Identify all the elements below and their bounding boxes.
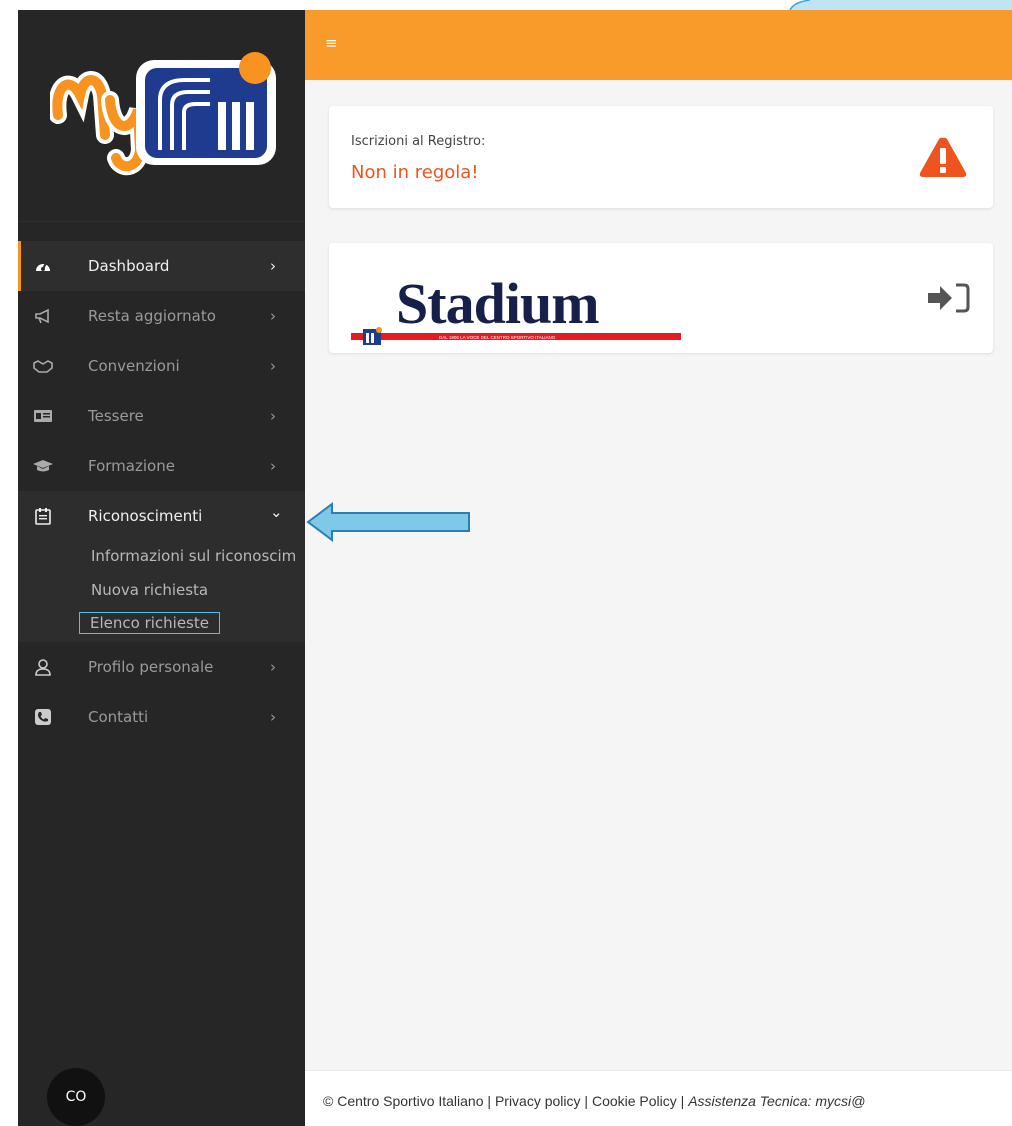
chevron-down-icon: ⌄	[270, 503, 283, 521]
app-root: Dashboard › Resta aggiornato › Convenzio…	[0, 0, 1012, 1126]
sidebar-item-profilo-personale[interactable]: Profilo personale ›	[18, 642, 305, 692]
sidebar-item-contatti[interactable]: Contatti ›	[18, 692, 305, 742]
user-icon	[29, 653, 57, 681]
gauge-icon	[29, 252, 57, 280]
registry-label: Iscrizioni al Registro:	[351, 134, 486, 149]
hamburger-menu-icon[interactable]: ≡	[325, 36, 338, 51]
footer: © Centro Sportivo Italiano | Privacy pol…	[305, 1070, 1012, 1126]
sidebar-item-label: Resta aggiornato	[88, 307, 216, 325]
warning-icon	[919, 137, 967, 177]
sidebar-item-label: Profilo personale	[88, 658, 214, 676]
footer-text: © Centro Sportivo Italiano | Privacy pol…	[323, 1093, 865, 1109]
decorative-arc	[789, 0, 1012, 10]
chevron-right-icon: ›	[270, 357, 276, 375]
submenu-item-nuova-richiesta[interactable]: Nuova richiesta	[91, 581, 208, 599]
sidebar-item-dashboard[interactable]: Dashboard ›	[18, 241, 305, 291]
handshake-icon	[29, 352, 57, 380]
sidebar-item-riconoscimenti[interactable]: Riconoscimenti ⌄	[18, 491, 305, 541]
stadium-logo: Stadium DAL 1906 LA VOCE DEL CENTRO SPOR…	[351, 271, 681, 345]
sign-in-icon[interactable]	[926, 281, 972, 315]
footer-separator: |	[580, 1093, 592, 1109]
footer-separator: |	[676, 1093, 689, 1109]
sidebar-item-label: Convenzioni	[88, 357, 180, 375]
sidebar-item-label: Dashboard	[88, 257, 170, 275]
sidebar: Dashboard › Resta aggiornato › Convenzio…	[18, 10, 305, 1126]
id-card-icon	[29, 402, 57, 430]
floating-action-button[interactable]: CO	[47, 1068, 105, 1126]
megaphone-icon	[29, 302, 57, 330]
sidebar-item-resta-aggiornato[interactable]: Resta aggiornato ›	[18, 291, 305, 341]
chevron-right-icon: ›	[270, 658, 276, 676]
assistenza-email-link[interactable]: mycsi@	[815, 1093, 865, 1109]
submenu-item-elenco-richieste[interactable]: Elenco richieste	[79, 612, 220, 634]
registry-status: Non in regola!	[351, 162, 479, 183]
stadium-brand: Stadium	[396, 271, 599, 336]
chevron-right-icon: ›	[270, 457, 276, 475]
sidebar-item-label: Riconoscimenti	[88, 507, 203, 525]
sidebar-item-formazione[interactable]: Formazione ›	[18, 441, 305, 491]
registry-status-card: Iscrizioni al Registro: Non in regola!	[329, 106, 993, 208]
sidebar-menu: Dashboard › Resta aggiornato › Convenzio…	[18, 241, 305, 742]
sidebar-item-label: Formazione	[88, 457, 175, 475]
stadium-tagline: DAL 1906 LA VOCE DEL CENTRO SPORTIVO ITA…	[439, 335, 556, 340]
submenu-item-informazioni[interactable]: Informazioni sul riconoscim	[91, 547, 296, 565]
assistenza-label: Assistenza Tecnica:	[688, 1093, 812, 1109]
sidebar-item-label: Tessere	[88, 407, 144, 425]
chevron-right-icon: ›	[270, 407, 276, 425]
mycsi-logo[interactable]	[50, 40, 280, 180]
annotation-arrow	[306, 502, 470, 542]
sidebar-item-convenzioni[interactable]: Convenzioni ›	[18, 341, 305, 391]
footer-separator: |	[483, 1093, 495, 1109]
logo-area	[18, 10, 305, 222]
riconoscimenti-submenu: Informazioni sul riconoscim Nuova richie…	[18, 541, 305, 642]
stadium-card[interactable]: Stadium DAL 1906 LA VOCE DEL CENTRO SPOR…	[329, 243, 993, 353]
calendar-icon	[29, 502, 57, 530]
chevron-right-icon: ›	[270, 257, 276, 275]
cookie-policy-link[interactable]: Cookie Policy	[592, 1093, 677, 1109]
sidebar-item-label: Contatti	[88, 708, 149, 726]
chevron-right-icon: ›	[270, 708, 276, 726]
footer-copyright: © Centro Sportivo Italiano	[323, 1093, 484, 1109]
phone-icon	[29, 703, 57, 731]
sidebar-item-tessere[interactable]: Tessere ›	[18, 391, 305, 441]
privacy-policy-link[interactable]: Privacy policy	[495, 1093, 581, 1109]
chevron-right-icon: ›	[270, 307, 276, 325]
main-content: Iscrizioni al Registro: Non in regola! S…	[305, 80, 1012, 1070]
graduation-cap-icon	[29, 452, 57, 480]
top-bar: ≡	[305, 10, 1012, 80]
